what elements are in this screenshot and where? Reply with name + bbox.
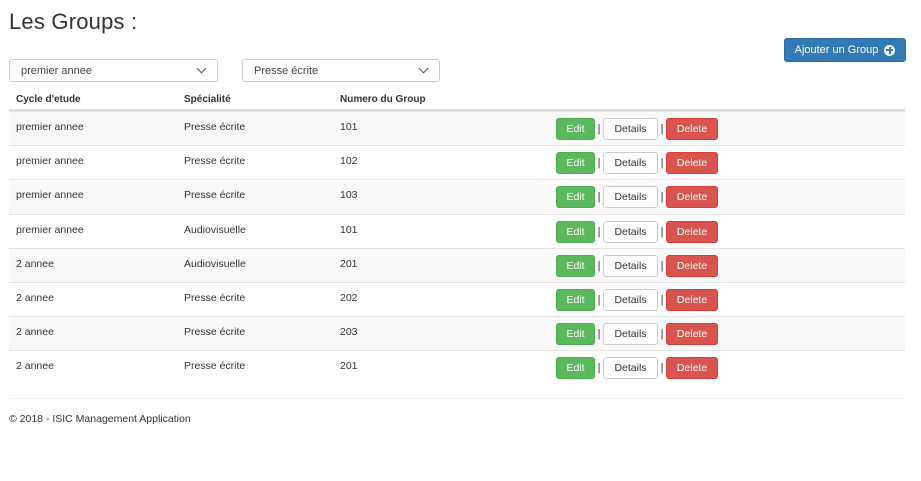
delete-button[interactable]: Delete <box>666 152 718 175</box>
row-actions: Edit | Details | Delete <box>556 357 718 380</box>
cell-cycle: 2 annee <box>16 291 54 304</box>
action-separator: | <box>597 157 601 170</box>
header-numero: Numero du Group <box>340 94 426 105</box>
cell-cycle: premier annee <box>16 121 84 133</box>
details-button[interactable]: Details <box>603 254 658 277</box>
cell-cycle: 2 annee <box>16 257 54 270</box>
details-button[interactable]: Details <box>603 118 658 140</box>
action-separator: | <box>597 123 601 135</box>
row-actions: Edit | Details | Delete <box>556 152 718 175</box>
footer-divider <box>9 398 905 399</box>
header-specialite: Spécialité <box>184 94 231 105</box>
groups-table: Cycle d'etude Spécialité Numero du Group… <box>9 88 905 385</box>
action-separator: | <box>597 328 601 341</box>
add-group-button[interactable]: Ajouter un Group <box>784 38 906 62</box>
cell-numero: 101 <box>340 121 358 133</box>
specialite-filter-select[interactable]: Presse écrite <box>242 59 440 82</box>
edit-button[interactable]: Edit <box>556 288 595 311</box>
cell-specialite: Audiovisuelle <box>184 257 246 270</box>
cell-specialite: Presse écrite <box>184 360 246 373</box>
delete-button[interactable]: Delete <box>666 186 718 209</box>
delete-button[interactable]: Delete <box>666 220 718 243</box>
action-separator: | <box>597 225 601 238</box>
action-separator: | <box>660 259 664 272</box>
edit-button[interactable]: Edit <box>556 152 595 175</box>
details-button[interactable]: Details <box>603 186 658 209</box>
table-row: 2 annee Presse écrite 202 Edit | Details | Dele… <box>9 281 905 316</box>
cell-specialite: Presse écrite <box>184 326 246 339</box>
cell-numero: 202 <box>340 291 358 304</box>
action-separator: | <box>660 362 664 375</box>
cell-numero: 203 <box>340 326 358 339</box>
cell-cycle: premier annee <box>16 223 84 236</box>
table-body: premier annee Presse écrite 101 Edit | Detail… <box>9 111 905 385</box>
table-row: 2 annee Presse écrite 201 Edit | Details | Dele… <box>9 350 905 384</box>
edit-button[interactable]: Edit <box>556 323 595 346</box>
row-actions: Edit | Details | Delete <box>556 186 718 209</box>
table-row: premier annee Audiovisuelle 101 Edit | Detail… <box>9 213 905 248</box>
row-actions: Edit | Details | Delete <box>556 323 718 346</box>
action-separator: | <box>660 157 664 170</box>
details-button[interactable]: Details <box>603 288 658 311</box>
cell-cycle: 2 annee <box>16 360 54 373</box>
delete-button[interactable]: Delete <box>666 254 718 277</box>
cell-cycle: 2 annee <box>16 326 54 339</box>
table-row: premier annee Presse écrite 102 Edit | Detail… <box>9 145 905 179</box>
edit-button[interactable]: Edit <box>556 220 595 243</box>
edit-button[interactable]: Edit <box>556 186 595 209</box>
action-separator: | <box>660 328 664 341</box>
delete-button[interactable]: Delete <box>666 357 718 380</box>
details-button[interactable]: Details <box>603 323 658 346</box>
add-group-label: Ajouter un Group <box>794 44 879 56</box>
row-actions: Edit | Details | Delete <box>556 254 718 277</box>
details-button[interactable]: Details <box>603 357 658 380</box>
table-header: Cycle d'etude Spécialité Numero du Group <box>9 88 905 111</box>
table-row: premier annee Presse écrite 101 Edit | Detail… <box>9 111 905 146</box>
cell-cycle: premier annee <box>16 155 84 168</box>
cell-numero: 101 <box>340 223 358 236</box>
page-title: Les Groups : <box>9 9 138 34</box>
plus-circle-icon <box>884 44 896 56</box>
delete-button[interactable]: Delete <box>666 288 718 311</box>
details-button[interactable]: Details <box>603 220 658 243</box>
delete-button[interactable]: Delete <box>666 323 718 346</box>
action-separator: | <box>660 293 664 306</box>
action-separator: | <box>597 362 601 375</box>
chevron-down-icon <box>196 63 207 74</box>
action-separator: | <box>597 191 601 204</box>
cell-numero: 201 <box>340 360 358 373</box>
footer-text: © 2018 - ISIC Management Application <box>9 413 191 425</box>
header-cycle: Cycle d'etude <box>16 94 81 105</box>
details-button[interactable]: Details <box>603 152 658 175</box>
cell-specialite: Audiovisuelle <box>184 223 246 236</box>
cell-numero: 201 <box>340 257 358 270</box>
action-separator: | <box>660 123 664 135</box>
cycle-filter-value: premier annee <box>21 64 92 77</box>
action-separator: | <box>597 259 601 272</box>
cell-specialite: Presse écrite <box>184 121 246 133</box>
delete-button[interactable]: Delete <box>666 118 718 140</box>
edit-button[interactable]: Edit <box>556 357 595 380</box>
cell-numero: 103 <box>340 189 358 202</box>
action-separator: | <box>660 191 664 204</box>
cell-specialite: Presse écrite <box>184 155 246 168</box>
action-separator: | <box>660 225 664 238</box>
specialite-filter-value: Presse écrite <box>254 64 319 77</box>
edit-button[interactable]: Edit <box>556 118 595 140</box>
cell-numero: 102 <box>340 155 358 168</box>
action-separator: | <box>597 293 601 306</box>
cell-specialite: Presse écrite <box>184 189 246 202</box>
row-actions: Edit | Details | Delete <box>556 220 718 243</box>
row-actions: Edit | Details | Delete <box>556 288 718 311</box>
table-row: premier annee Presse écrite 103 Edit | Detail… <box>9 179 905 214</box>
cell-specialite: Presse écrite <box>184 291 246 304</box>
chevron-down-icon <box>418 63 429 74</box>
table-row: 2 annee Audiovisuelle 201 Edit | Details | Dele… <box>9 247 905 282</box>
row-actions: Edit | Details | Delete <box>556 118 718 140</box>
cell-cycle: premier annee <box>16 189 84 202</box>
edit-button[interactable]: Edit <box>556 254 595 277</box>
table-row: 2 annee Presse écrite 203 Edit | Details | Dele… <box>9 316 905 351</box>
cycle-filter-select[interactable]: premier annee <box>9 59 218 82</box>
